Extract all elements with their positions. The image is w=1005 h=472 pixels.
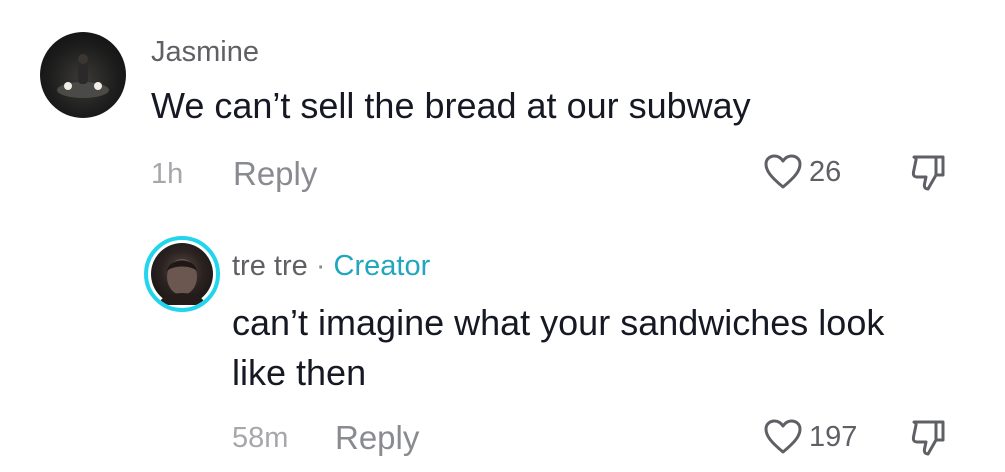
comment-timestamp: 1h [151, 158, 184, 190]
avatar[interactable] [144, 236, 220, 312]
like-count: 197 [809, 420, 858, 453]
separator-dot: · [315, 250, 326, 282]
avatar-photo [57, 54, 109, 98]
like-button[interactable]: 197 [763, 418, 857, 456]
heart-outline-icon [763, 418, 803, 456]
reply-username[interactable]: tre tre [232, 250, 308, 282]
reply-header: tre tre · Creator [232, 250, 430, 283]
reply-button[interactable]: Reply [335, 419, 419, 457]
reply-button[interactable]: Reply [233, 155, 317, 193]
reply-text-line-2: like then [232, 352, 367, 393]
like-button[interactable]: 26 [763, 153, 841, 191]
avatar-photo [151, 243, 213, 305]
thumbs-down-outline-icon[interactable] [908, 153, 948, 193]
heart-outline-icon [763, 153, 803, 191]
thumbs-down-outline-icon[interactable] [908, 418, 948, 458]
reply-timestamp: 58m [232, 422, 289, 454]
comment-username[interactable]: Jasmine [151, 36, 259, 69]
comment-text: We can’t sell the bread at our subway [151, 85, 751, 126]
reply-text-line-1: can’t imagine what your sandwiches look [232, 302, 885, 343]
avatar[interactable] [40, 32, 126, 118]
like-count: 26 [809, 155, 842, 188]
creator-badge: Creator [333, 250, 431, 282]
